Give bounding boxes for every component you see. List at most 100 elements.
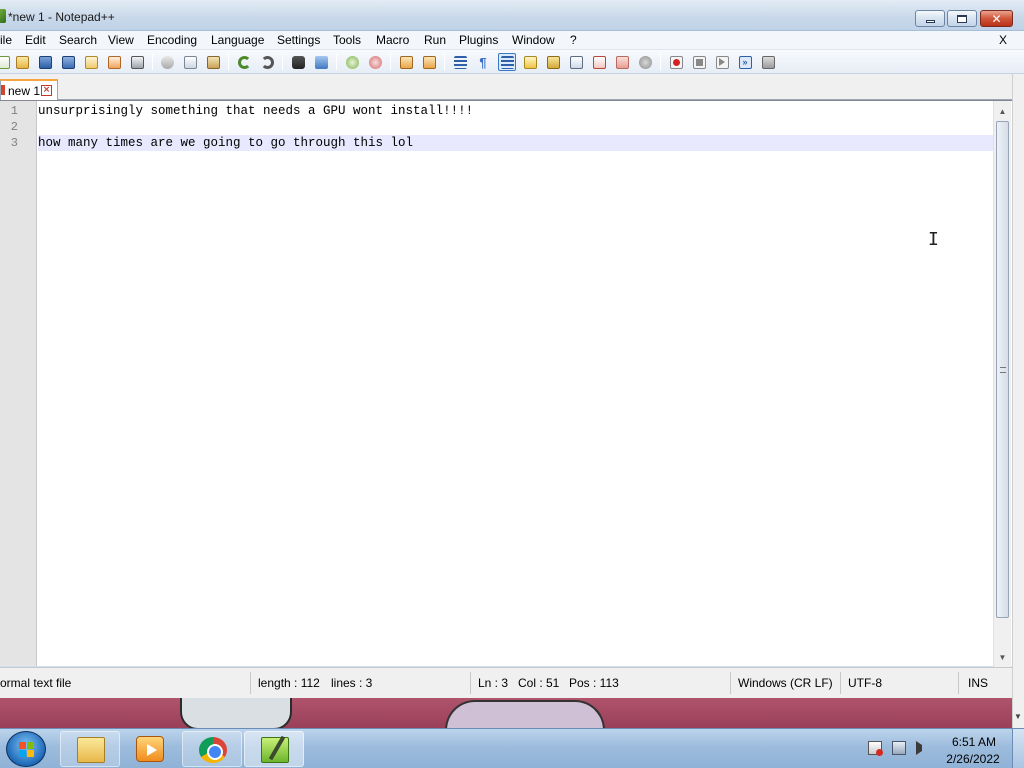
vertical-scrollbar[interactable]: ▲ ▼ [993,101,1011,667]
show-desktop-button[interactable] [1012,729,1024,768]
user-language-icon[interactable] [521,53,539,71]
volume-icon[interactable] [916,741,930,755]
doc-map-icon[interactable] [544,53,562,71]
sync-vertical-icon[interactable] [397,53,415,71]
close-all-icon[interactable] [105,53,123,71]
status-line-number: Ln : 3 [478,676,509,690]
word-wrap-icon[interactable] [451,53,469,71]
taskbar-notepad-plus-plus[interactable] [244,731,304,767]
modified-file-icon [1,85,5,95]
status-file-type: ormal text file [0,676,72,690]
menu-view[interactable]: View [108,33,134,47]
clock-date[interactable]: 2/26/2022 [942,752,1004,766]
tab-close-icon[interactable]: × [41,85,52,96]
zoom-in-icon[interactable] [343,53,361,71]
start-button[interactable] [6,731,46,767]
menu-settings[interactable]: Settings [277,33,320,47]
close-icon: ✕ [991,11,1002,26]
line-number: 3 [10,136,18,150]
save-all-icon[interactable] [59,53,77,71]
menu-language[interactable]: Language [211,33,264,47]
status-column: Col : 51 [518,676,560,690]
menu-macro[interactable]: Macro [376,33,409,47]
redo-icon[interactable] [258,53,276,71]
scroll-up-icon[interactable]: ▲ [994,103,1011,119]
maximize-icon [957,14,967,23]
notepad-plus-plus-icon[interactable] [0,9,6,23]
minimize-icon [925,20,935,23]
windows-explorer-icon [77,737,105,763]
menu-window[interactable]: Window [512,33,555,47]
windows-logo-icon [19,742,35,758]
open-file-icon[interactable] [13,53,31,71]
status-length: length : 112 [258,676,320,690]
close-window-button[interactable]: ✕ [980,10,1013,27]
function-list-icon[interactable] [567,53,585,71]
menu-bar: ile Edit Search View Encoding Language S… [0,31,1024,50]
tab-new-1[interactable]: new 1 × [0,79,58,100]
status-eol-format[interactable]: Windows (CR LF) [738,676,833,690]
menu-help[interactable]: ? [570,33,577,47]
folder-workspace-icon[interactable] [590,53,608,71]
replace-icon[interactable] [312,53,330,71]
menu-encoding[interactable]: Encoding [147,33,197,47]
play-macro-icon[interactable] [713,53,731,71]
menu-search[interactable]: Search [59,33,97,47]
clock-time[interactable]: 6:51 AM [948,735,1000,749]
monitoring-icon[interactable] [613,53,631,71]
print-icon[interactable] [128,53,146,71]
maximize-button[interactable] [947,10,977,27]
grip-icon [1000,367,1006,373]
tab-bar: new 1 × [0,74,1024,100]
taskbar: 6:51 AM 2/26/2022 [0,728,1024,768]
save-icon[interactable] [36,53,54,71]
outer-scrollbar[interactable] [1012,74,1024,728]
media-player-icon [136,736,164,762]
record-macro-icon[interactable] [667,53,685,71]
indent-guide-icon[interactable] [498,53,516,71]
doc-list-icon[interactable] [636,53,654,71]
status-position: Pos : 113 [569,676,619,690]
action-center-flag-icon[interactable] [868,741,883,756]
menu-edit[interactable]: Edit [25,33,46,47]
close-document-button[interactable]: X [999,33,1007,47]
taskbar-chrome[interactable] [182,731,242,767]
taskbar-media-player[interactable] [120,731,180,767]
code-line[interactable]: unsurprisingly something that needs a GP… [38,104,473,118]
menu-file[interactable]: ile [0,33,12,47]
wallpaper-figure [445,700,605,728]
menu-plugins[interactable]: Plugins [459,33,498,47]
menu-run[interactable]: Run [424,33,446,47]
title-bar[interactable]: *new 1 - Notepad++ ✕ [0,0,1024,31]
scroll-down-icon[interactable]: ▼ [994,649,1011,665]
copy-icon[interactable] [181,53,199,71]
zoom-out-icon[interactable] [366,53,384,71]
minimize-button[interactable] [915,10,945,27]
find-icon[interactable] [289,53,307,71]
status-lines: lines : 3 [331,676,373,690]
status-insert-mode[interactable]: INS [968,676,988,690]
sync-horizontal-icon[interactable] [420,53,438,71]
notepad-plus-plus-icon [261,737,289,763]
network-icon[interactable] [892,741,906,755]
scrollbar-thumb[interactable] [996,121,1009,618]
show-all-chars-icon[interactable]: ¶ [474,53,492,71]
code-line[interactable]: how many times are we going to go throug… [38,136,413,150]
close-icon[interactable] [82,53,100,71]
window-title: *new 1 - Notepad++ [8,10,115,24]
undo-icon[interactable] [235,53,253,71]
status-encoding[interactable]: UTF-8 [848,676,882,690]
outer-scroll-down-icon[interactable]: ▼ [1014,712,1022,721]
chrome-icon [199,737,227,763]
new-file-icon[interactable] [0,53,12,71]
stop-record-icon[interactable] [690,53,708,71]
line-number: 1 [10,104,18,118]
taskbar-explorer[interactable] [60,731,120,767]
line-number: 2 [10,120,18,134]
paste-icon[interactable] [204,53,222,71]
cut-icon[interactable] [158,53,176,71]
editor-area[interactable]: 1 2 3 unsurprisingly something that need… [0,100,1012,667]
save-macro-icon[interactable] [759,53,777,71]
menu-tools[interactable]: Tools [333,33,361,47]
run-macro-multiple-icon[interactable]: » [736,53,754,71]
